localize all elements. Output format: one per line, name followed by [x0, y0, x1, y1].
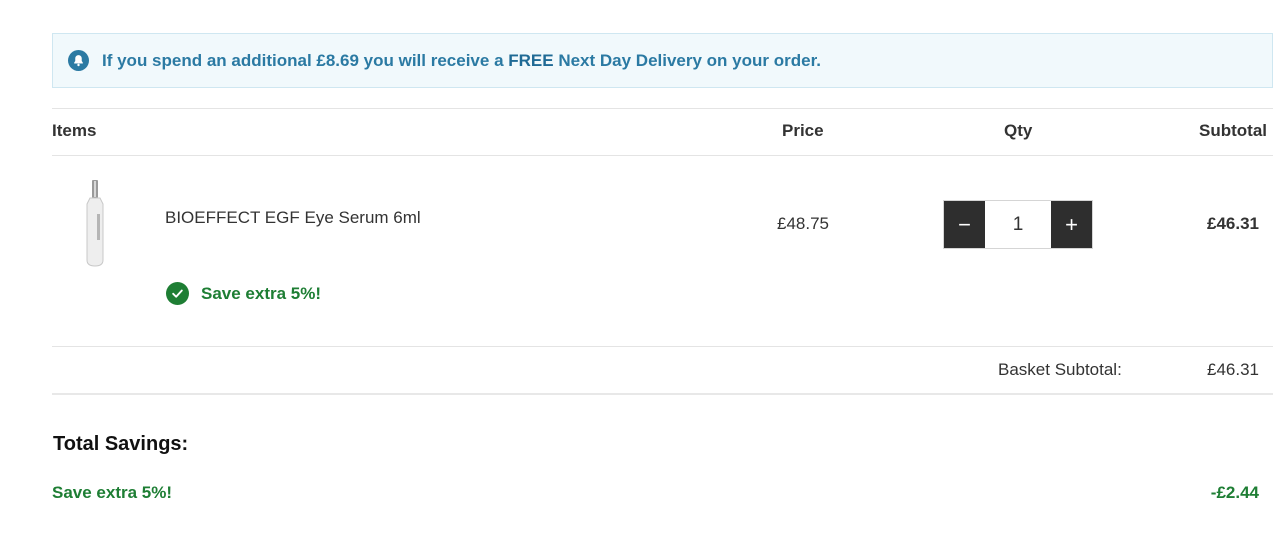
free-delivery-notice: If you spend an additional £8.69 you wil…	[52, 33, 1273, 88]
basket-subtotal-value: £46.31	[1207, 360, 1259, 379]
quantity-stepper: − 1 +	[943, 200, 1093, 249]
divider	[52, 346, 1273, 347]
promo-badge: Save extra 5%!	[166, 282, 321, 305]
bell-icon	[68, 50, 89, 71]
promo-text: Save extra 5%!	[201, 283, 322, 303]
savings-line-value: -£2.44	[1210, 483, 1259, 502]
item-price: £48.75	[777, 214, 829, 233]
notice-text-after: Next Day Delivery on your order.	[553, 50, 821, 70]
item-subtotal: £46.31	[1207, 214, 1259, 233]
divider	[52, 155, 1273, 156]
notice-text: If you spend an additional £8.69 you wil…	[102, 51, 821, 71]
increase-quantity-button[interactable]: +	[1051, 201, 1092, 248]
basket-subtotal-label: Basket Subtotal:	[998, 360, 1122, 379]
check-circle-icon	[166, 282, 189, 305]
product-image[interactable]	[78, 178, 114, 270]
notice-text-before: If you spend an additional £8.69 you wil…	[102, 50, 509, 70]
header-price: Price	[782, 121, 824, 140]
total-savings-title: Total Savings:	[53, 433, 189, 455]
header-qty: Qty	[1004, 121, 1033, 140]
savings-line-label: Save extra 5%!	[52, 483, 173, 502]
product-name-link[interactable]: BIOEFFECT EGF Eye Serum 6ml	[165, 208, 421, 228]
divider	[52, 393, 1273, 395]
header-items: Items	[52, 121, 97, 140]
divider	[52, 108, 1273, 109]
quantity-input[interactable]: 1	[985, 201, 1051, 248]
header-subtotal: Subtotal	[1199, 121, 1267, 140]
decrease-quantity-button[interactable]: −	[944, 201, 985, 248]
notice-text-strong: FREE	[508, 50, 554, 70]
